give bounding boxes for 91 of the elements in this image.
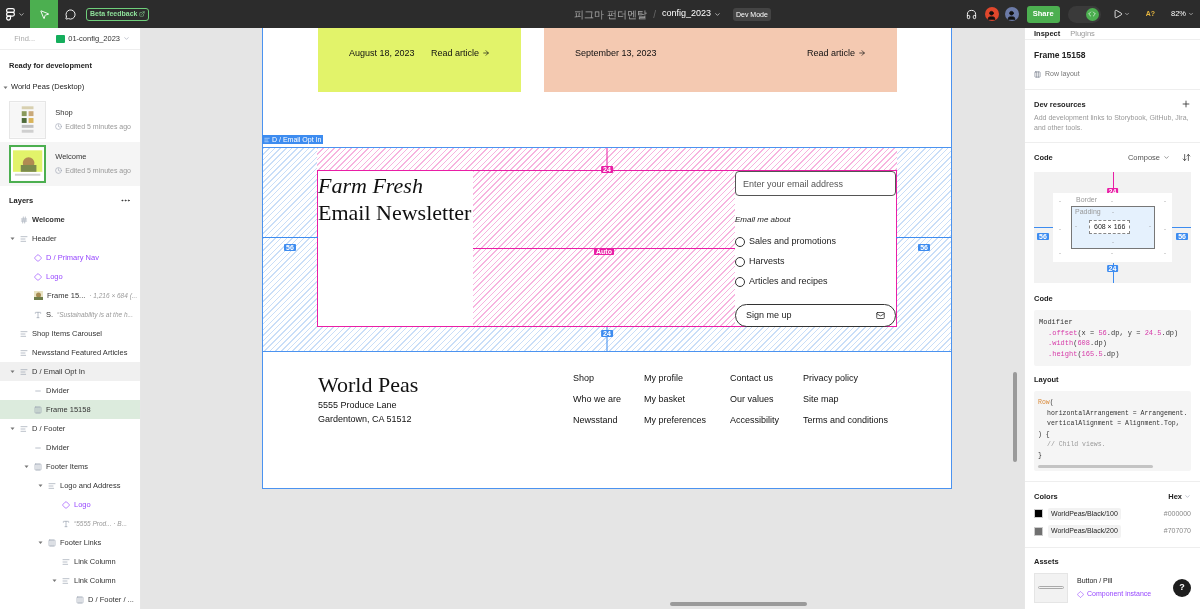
arrow-right-icon [482, 49, 490, 58]
avatar[interactable] [984, 7, 999, 21]
option-label: Sales and promotions [749, 235, 837, 249]
vertical-stack-icon [62, 557, 70, 566]
option-label: Articles and recipes [749, 275, 828, 289]
text-icon [34, 310, 42, 319]
caret-icon[interactable] [10, 369, 15, 374]
horizontal-stack-icon [34, 405, 42, 414]
file-name[interactable]: config_2023 [661, 7, 721, 21]
vertical-stack-icon [20, 367, 28, 376]
component-icon [34, 272, 42, 281]
mail-icon [876, 311, 885, 320]
play-icon[interactable] [1112, 9, 1123, 19]
caret-icon[interactable] [3, 84, 8, 90]
image-thumbnail-icon [34, 291, 43, 300]
vertical-stack-icon [20, 424, 28, 433]
article-date: August 18, 2023 [349, 46, 415, 60]
chevron-down-icon [1184, 493, 1191, 501]
caret-icon[interactable] [38, 483, 43, 488]
vertical-stack-icon [62, 576, 70, 585]
asset-thumbnail[interactable] [1034, 572, 1068, 603]
footer-link[interactable]: My basket [644, 393, 730, 405]
horizontal-stack-icon [34, 462, 42, 471]
vertical-stack-icon [20, 234, 28, 243]
external-link-icon [139, 11, 146, 17]
footer-link[interactable]: My profile [644, 372, 730, 384]
chevron-down-icon[interactable] [1123, 11, 1130, 17]
help-button[interactable]: ? [1173, 578, 1191, 597]
vertical-stack-icon [20, 329, 28, 338]
vertical-stack-icon [48, 481, 56, 490]
caret-icon[interactable] [38, 540, 43, 545]
component-icon [1077, 591, 1084, 598]
vertical-stack-icon [264, 136, 270, 143]
read-article-link[interactable]: Read article [806, 46, 866, 60]
figma-logo-icon[interactable] [5, 7, 15, 21]
horizontal-scrollbar[interactable] [670, 602, 807, 606]
address-line: Gardentown, CA 51512 [318, 413, 413, 426]
horizontal-stack-icon [76, 595, 84, 604]
vertical-stack-icon [20, 348, 28, 357]
arrow-right-icon [858, 49, 866, 58]
dev-badge-icon [56, 34, 66, 43]
chevron-down-icon [1188, 11, 1194, 17]
read-article-link[interactable]: Read article [430, 46, 490, 60]
caret-icon[interactable] [10, 426, 15, 431]
frame-icon [20, 215, 28, 224]
chevron-down-icon [123, 35, 130, 43]
breadcrumb-separator: / [653, 7, 656, 22]
dev-mode-toggle[interactable] [1067, 5, 1101, 23]
footer-link[interactable]: Site map [803, 393, 903, 405]
chevron-down-icon [1163, 154, 1170, 162]
footer-link[interactable]: Shop [573, 372, 644, 384]
project-name[interactable]: 피그마 펀더멘탈 [574, 6, 648, 22]
footer-link[interactable]: Our values [730, 393, 803, 405]
article-date: September 13, 2023 [575, 46, 657, 60]
option-label: Harvests [749, 255, 785, 269]
code-scrollbar[interactable] [1038, 465, 1153, 469]
footer-logo: World Peas [318, 372, 420, 398]
caret-icon[interactable] [10, 236, 15, 241]
footer-link[interactable]: Contact us [730, 372, 803, 384]
code-icon [1088, 10, 1097, 18]
horizontal-stack-icon [1034, 70, 1041, 78]
chevron-down-icon[interactable] [17, 10, 25, 18]
clock-icon [55, 123, 63, 131]
avatar[interactable] [1004, 7, 1019, 21]
chevron-down-icon [713, 10, 721, 18]
add-icon[interactable] [1181, 99, 1191, 110]
user-icon [1006, 10, 1018, 21]
settings-icon[interactable] [1182, 153, 1191, 163]
address-line: 5555 Produce Lane [318, 399, 398, 412]
options-legend: Email me about [735, 214, 896, 226]
horizontal-stack-icon [48, 538, 56, 547]
email-field[interactable]: Enter your email address [735, 171, 896, 196]
footer-link[interactable]: My preferences [644, 414, 730, 426]
footer-link[interactable]: Terms and conditions [803, 414, 903, 426]
user-icon [986, 10, 998, 21]
text-icon [62, 519, 70, 528]
comment-icon[interactable] [65, 8, 76, 20]
vertical-scrollbar[interactable] [1013, 372, 1017, 462]
cursor-icon [38, 8, 50, 20]
caret-icon[interactable] [52, 578, 57, 583]
footer-link[interactable]: Accessibility [730, 414, 803, 426]
headphones-icon[interactable] [965, 8, 977, 20]
footer-link[interactable]: Privacy policy [803, 372, 903, 384]
frame-title: Frame 15158 [1034, 49, 1087, 62]
component-icon [34, 253, 42, 262]
caret-icon[interactable] [24, 464, 29, 469]
component-icon [62, 500, 70, 509]
newsletter-title: Farm Fresh Email Newsletter [318, 172, 473, 226]
footer-link[interactable]: Who we are [573, 393, 644, 405]
footer-link[interactable]: Newsstand [573, 414, 644, 426]
clock-icon [55, 167, 63, 175]
